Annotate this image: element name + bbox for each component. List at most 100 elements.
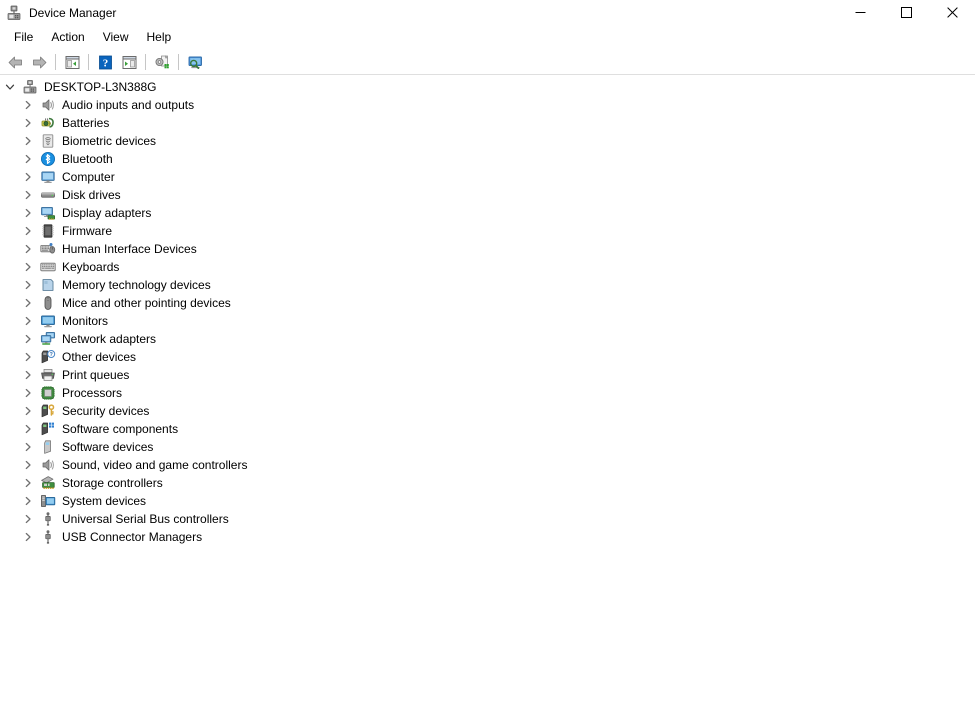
menu-item-action[interactable]: Action: [42, 27, 93, 48]
tree-item-other-devices[interactable]: ? Other devices: [0, 348, 975, 366]
chevron-right-icon[interactable]: [20, 493, 36, 509]
tree-item-software-devices[interactable]: Software devices: [0, 438, 975, 456]
chevron-right-icon[interactable]: [20, 475, 36, 491]
tree-item-label: Other devices: [62, 349, 136, 365]
chevron-right-icon[interactable]: [20, 331, 36, 347]
chevron-right-icon[interactable]: [20, 403, 36, 419]
chevron-right-icon[interactable]: [20, 241, 36, 257]
chevron-right-icon[interactable]: [20, 259, 36, 275]
chevron-right-icon[interactable]: [20, 205, 36, 221]
minimize-button[interactable]: [837, 0, 883, 25]
tree-item-usb-connector-managers[interactable]: USB Connector Managers: [0, 528, 975, 546]
processor-chip-icon: [40, 385, 56, 401]
show-hide-console-tree-button[interactable]: [61, 51, 83, 73]
tree-item-audio-inputs-and-outputs[interactable]: Audio inputs and outputs: [0, 96, 975, 114]
menu-item-file[interactable]: File: [5, 27, 42, 48]
toolbar-separator: [178, 54, 179, 70]
tree-item-label: Sound, video and game controllers: [62, 457, 247, 473]
chevron-right-icon[interactable]: [20, 115, 36, 131]
device-tree[interactable]: DESKTOP-L3N388G Audio inputs and outputs: [0, 75, 975, 703]
close-icon: [947, 7, 958, 18]
tree-root-node[interactable]: DESKTOP-L3N388G: [0, 78, 975, 96]
tree-item-network-adapters[interactable]: Network adapters: [0, 330, 975, 348]
chevron-right-icon[interactable]: [20, 97, 36, 113]
menu-item-help[interactable]: Help: [138, 27, 181, 48]
tree-item-biometric-devices[interactable]: Biometric devices: [0, 132, 975, 150]
mouse-icon: [40, 295, 56, 311]
chevron-right-icon[interactable]: [20, 439, 36, 455]
tree-item-label: Audio inputs and outputs: [62, 97, 194, 113]
fingerprint-icon: [40, 133, 56, 149]
tree-item-security-devices[interactable]: Security devices: [0, 402, 975, 420]
tree-item-mice-and-other-pointing-devices[interactable]: Mice and other pointing devices: [0, 294, 975, 312]
tree-item-keyboards[interactable]: Keyboards: [0, 258, 975, 276]
close-button[interactable]: [929, 0, 975, 25]
tree-item-label: Disk drives: [62, 187, 121, 203]
tree-item-label: Bluetooth: [62, 151, 113, 167]
update-driver-button[interactable]: [151, 51, 173, 73]
scan-for-hardware-changes-button[interactable]: [184, 51, 206, 73]
tree-item-display-adapters[interactable]: Display adapters: [0, 204, 975, 222]
chevron-right-icon[interactable]: [20, 385, 36, 401]
printer-icon: [40, 367, 56, 383]
tree-item-disk-drives[interactable]: Disk drives: [0, 186, 975, 204]
chevron-down-icon[interactable]: [2, 79, 18, 95]
help-button[interactable]: ?: [94, 51, 116, 73]
tree-item-human-interface-devices[interactable]: Human Interface Devices: [0, 240, 975, 258]
chevron-right-icon[interactable]: [20, 277, 36, 293]
chevron-right-icon[interactable]: [20, 349, 36, 365]
tree-item-bluetooth[interactable]: Bluetooth: [0, 150, 975, 168]
chevron-right-icon[interactable]: [20, 133, 36, 149]
minimize-icon: [855, 7, 866, 18]
title-bar: Device Manager: [0, 0, 975, 25]
tree-item-label: System devices: [62, 493, 146, 509]
tree-item-batteries[interactable]: Batteries: [0, 114, 975, 132]
chevron-right-icon[interactable]: [20, 313, 36, 329]
speaker-icon: [40, 97, 56, 113]
chevron-right-icon[interactable]: [20, 169, 36, 185]
menu-item-view[interactable]: View: [94, 27, 138, 48]
forward-button[interactable]: [28, 51, 50, 73]
chevron-right-icon[interactable]: [20, 295, 36, 311]
back-button[interactable]: [4, 51, 26, 73]
chevron-right-icon[interactable]: [20, 457, 36, 473]
tree-item-label: Software devices: [62, 439, 153, 455]
chevron-right-icon[interactable]: [20, 511, 36, 527]
tree-item-monitors[interactable]: Monitors: [0, 312, 975, 330]
tree-item-label: Print queues: [62, 367, 129, 383]
security-key-icon: [40, 403, 56, 419]
tree-item-computer[interactable]: Computer: [0, 168, 975, 186]
tree-item-label: Firmware: [62, 223, 112, 239]
tree-item-print-queues[interactable]: Print queues: [0, 366, 975, 384]
properties-button[interactable]: [118, 51, 140, 73]
tree-item-sound-video-and-game-controllers[interactable]: Sound, video and game controllers: [0, 456, 975, 474]
chevron-right-icon[interactable]: [20, 223, 36, 239]
keyboard-icon: [40, 259, 56, 275]
tree-item-system-devices[interactable]: System devices: [0, 492, 975, 510]
tree-item-label: Batteries: [62, 115, 109, 131]
maximize-button[interactable]: [883, 0, 929, 25]
tree-item-universal-serial-bus-controllers[interactable]: Universal Serial Bus controllers: [0, 510, 975, 528]
firmware-chip-icon: [40, 223, 56, 239]
chevron-right-icon[interactable]: [20, 151, 36, 167]
chevron-right-icon[interactable]: [20, 367, 36, 383]
forward-arrow-icon: [31, 54, 48, 71]
toolbar-separator: [88, 54, 89, 70]
bluetooth-icon: [40, 151, 56, 167]
toolbar: ?: [0, 50, 975, 75]
chevron-right-icon[interactable]: [20, 187, 36, 203]
software-component-icon: [40, 421, 56, 437]
tree-item-software-components[interactable]: Software components: [0, 420, 975, 438]
chevron-right-icon[interactable]: [20, 421, 36, 437]
tree-item-label: Computer: [62, 169, 115, 185]
svg-text:?: ?: [102, 57, 108, 69]
properties-panel-icon: [121, 54, 138, 71]
tree-item-processors[interactable]: Processors: [0, 384, 975, 402]
chevron-right-icon[interactable]: [20, 529, 36, 545]
tree-item-label: Storage controllers: [62, 475, 163, 491]
tree-item-label: Security devices: [62, 403, 149, 419]
tree-item-memory-technology-devices[interactable]: Memory technology devices: [0, 276, 975, 294]
tree-item-firmware[interactable]: Firmware: [0, 222, 975, 240]
tree-item-storage-controllers[interactable]: Storage controllers: [0, 474, 975, 492]
hid-icon: [40, 241, 56, 257]
